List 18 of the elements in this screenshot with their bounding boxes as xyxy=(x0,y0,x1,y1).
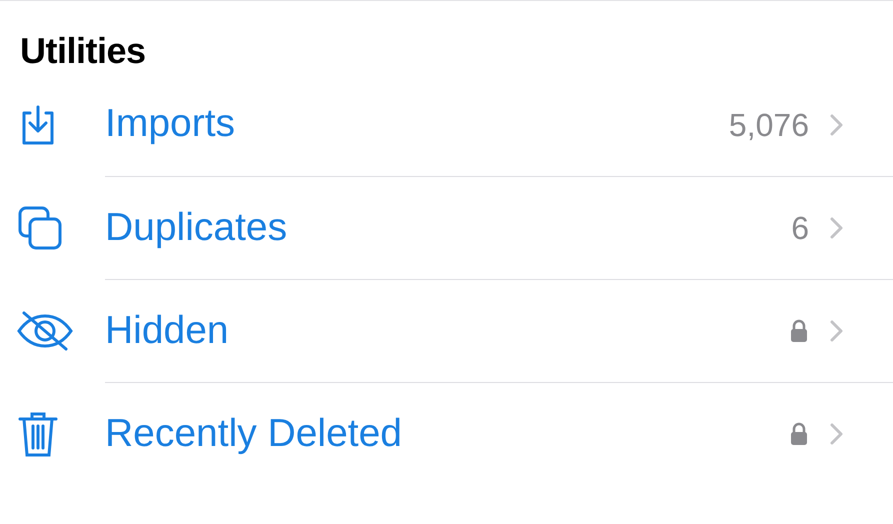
item-count: 6 xyxy=(791,209,809,248)
section-title: Utilities xyxy=(20,29,147,73)
row-label: Recently Deleted xyxy=(105,412,402,456)
duplicate-icon xyxy=(16,204,64,250)
trash-icon xyxy=(16,410,60,458)
row-label: Duplicates xyxy=(105,206,288,250)
list-row[interactable]: Imports 5,076 xyxy=(105,73,893,176)
item-count: 5,076 xyxy=(728,106,809,144)
chevron-icon xyxy=(829,216,843,240)
eye-slash-icon xyxy=(16,308,74,352)
row-label: Imports xyxy=(105,103,236,146)
list-row[interactable]: Recently Deleted xyxy=(105,382,893,485)
chevron-icon xyxy=(829,319,843,343)
list-row[interactable]: Hidden xyxy=(105,279,893,382)
chevron-icon xyxy=(829,422,843,446)
chevron-icon xyxy=(829,112,843,136)
row-label: Hidden xyxy=(105,310,229,352)
list-row[interactable]: Duplicates 6 xyxy=(105,176,893,279)
